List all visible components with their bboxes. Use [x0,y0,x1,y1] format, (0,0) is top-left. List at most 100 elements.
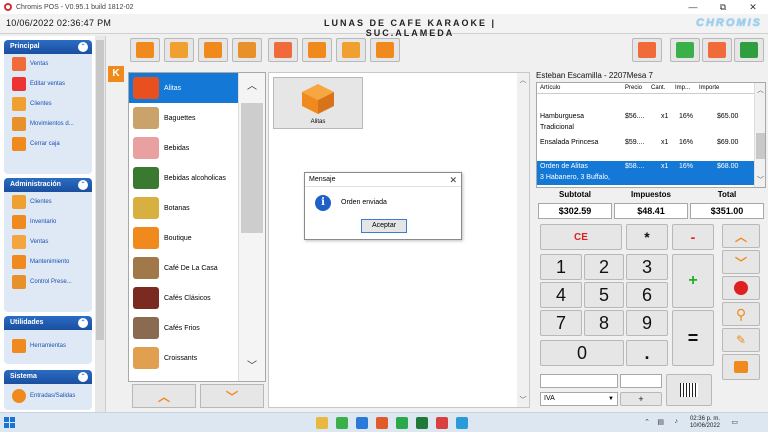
sidebar-item-admin-clientes[interactable]: Clientes [4,192,92,212]
sidebar-item-herramientas[interactable]: Herramientas [4,336,92,356]
barcode-input[interactable] [540,374,618,388]
pay-button[interactable] [734,38,764,62]
kitchen-print-button[interactable] [632,38,662,62]
dialog-close-button[interactable]: ✕ [449,173,457,187]
tax-add-button[interactable]: + [620,392,662,406]
scrollbar-thumb[interactable] [96,40,104,340]
network-icon[interactable]: ▤ [657,418,664,426]
digit-4-button[interactable]: 4 [540,282,582,308]
chevron-down-icon[interactable]: ﹀ [755,175,765,185]
sidebar-section-title[interactable]: Principal ⌃ [4,40,92,54]
sidebar-section-title[interactable]: Administración ⌃ [4,178,92,192]
equals-button[interactable]: = [672,310,714,366]
keyboard-icon[interactable]: K [108,66,124,82]
clear-entry-button[interactable]: CE [540,224,622,250]
chevron-down-icon[interactable]: ﹀ [517,395,529,405]
product-scrollbar[interactable]: ︿ ﹀ [517,73,529,407]
category-next-button[interactable]: ﹀ [200,384,264,408]
discount-button[interactable] [670,38,700,62]
chevron-up-icon[interactable]: ︿ [239,73,265,101]
collapse-icon[interactable]: ⌃ [78,372,88,382]
category-item-cafes-clasicos[interactable]: Cafés Clásicos [129,283,239,313]
sidebar-scrollbar[interactable] [95,36,105,412]
sidebar-item-inventario[interactable]: Inventario [4,212,92,232]
digit-5-button[interactable]: 5 [584,282,624,308]
sidebar-item-editar-ventas[interactable]: Editar ventas [4,74,92,94]
whatsapp-icon[interactable] [396,417,408,429]
digit-8-button[interactable]: 8 [584,310,624,336]
category-item-botanas[interactable]: Botanas [129,193,239,223]
pos-icon[interactable] [436,417,448,429]
category-prev-button[interactable]: ︿ [132,384,196,408]
ticket-row[interactable]: Ensalada Princesa $59.... x1 16% $69.00 [537,137,755,159]
attributes-button[interactable] [722,354,760,380]
minimize-button[interactable]: — [678,0,708,14]
remove-line-button[interactable] [722,276,760,300]
sidebar-item-admin-ventas[interactable]: Ventas [4,232,92,252]
print-ticket-button[interactable] [702,38,732,62]
volume-icon[interactable]: ♪ [675,418,679,425]
app-icon[interactable] [376,417,388,429]
tray-chevron-icon[interactable]: ⌃ [644,418,650,426]
grid-button[interactable] [370,38,400,62]
category-item-baguettes[interactable]: Baguettes [129,103,239,133]
ticket-row-selected[interactable]: Orden de Alitas 3 Habanero, 3 Buffalo, $… [537,161,755,185]
category-item-bebidas[interactable]: Bebidas [129,133,239,163]
category-item-cafe-de-la-casa[interactable]: Café De La Casa [129,253,239,283]
edge-icon[interactable] [356,417,368,429]
decimal-button[interactable]: . [626,340,668,366]
chrome-icon[interactable] [336,417,348,429]
file-explorer-icon[interactable] [316,417,328,429]
sidebar-item-mantenimiento[interactable]: Mantenimiento [4,252,92,272]
digit-6-button[interactable]: 6 [626,282,668,308]
telegram-icon[interactable] [456,417,468,429]
sidebar-section-title[interactable]: Utilidades ⌃ [4,316,92,330]
collapse-icon[interactable]: ⌃ [78,318,88,328]
plus-button[interactable]: + [672,254,714,308]
quantity-input[interactable] [620,374,662,388]
digit-3-button[interactable]: 3 [626,254,668,280]
sidebar-item-movimientos[interactable]: Movimientos d... [4,114,92,134]
product-button-alitas[interactable]: Alitas [273,77,363,129]
digit-2-button[interactable]: 2 [584,254,624,280]
category-item-croissants[interactable]: Croissants [129,343,239,373]
category-item-alitas[interactable]: Alitas [129,73,239,103]
line-down-button[interactable]: ﹀ [722,250,760,274]
barcode-button[interactable] [666,374,712,406]
category-item-bebidas-alcoholicas[interactable]: Bebidas alcoholicas [129,163,239,193]
excel-icon[interactable] [416,417,428,429]
maximize-button[interactable]: ⧉ [708,0,738,14]
taskbar-clock[interactable]: 02:36 p. m. 10/06/2022 [690,416,720,430]
collapse-icon[interactable]: ⌃ [78,180,88,190]
digit-9-button[interactable]: 9 [626,310,668,336]
sidebar-item-cerrar-caja[interactable]: Cerrar caja [4,134,92,154]
line-up-button[interactable]: ︿ [722,224,760,248]
close-window-button[interactable]: ✕ [738,0,768,14]
notifications-icon[interactable]: ▭ [731,418,738,426]
sidebar-item-clientes[interactable]: Clientes [4,94,92,114]
sidebar-item-ventas[interactable]: Ventas [4,54,92,74]
windows-start-icon[interactable] [4,417,16,429]
ticket-row[interactable]: Hamburguesa Tradicional $56.... x1 16% $… [537,111,755,135]
user-button[interactable] [198,38,228,62]
edit-line-button[interactable]: ✎ [722,328,760,352]
tax-select[interactable]: IVA ▼ [540,392,618,406]
digit-1-button[interactable]: 1 [540,254,582,280]
digit-7-button[interactable]: 7 [540,310,582,336]
dialog-ok-button[interactable]: Aceptar [361,219,407,233]
sidebar-item-entradas-salidas[interactable]: Entradas/Salidas [4,386,92,406]
customer-button[interactable] [164,38,194,62]
category-item-cafes-frios[interactable]: Cafés Frios [129,313,239,343]
category-scrollbar[interactable]: ︿ ﹀ [238,73,265,381]
collapse-icon[interactable]: ⌃ [78,42,88,52]
chevron-down-icon[interactable]: ﹀ [239,353,265,381]
scrollbar-thumb[interactable] [241,103,263,233]
sidebar-item-control-presencia[interactable]: Control Prese... [4,272,92,292]
delete-ticket-button[interactable] [302,38,332,62]
digit-0-button[interactable]: 0 [540,340,624,366]
minus-button[interactable]: - [672,224,714,250]
sidebar-section-title[interactable]: Sistema ⌃ [4,370,92,384]
chevron-up-icon[interactable]: ︿ [517,75,529,85]
chevron-up-icon[interactable]: ︿ [755,85,765,95]
split-button[interactable] [232,38,262,62]
